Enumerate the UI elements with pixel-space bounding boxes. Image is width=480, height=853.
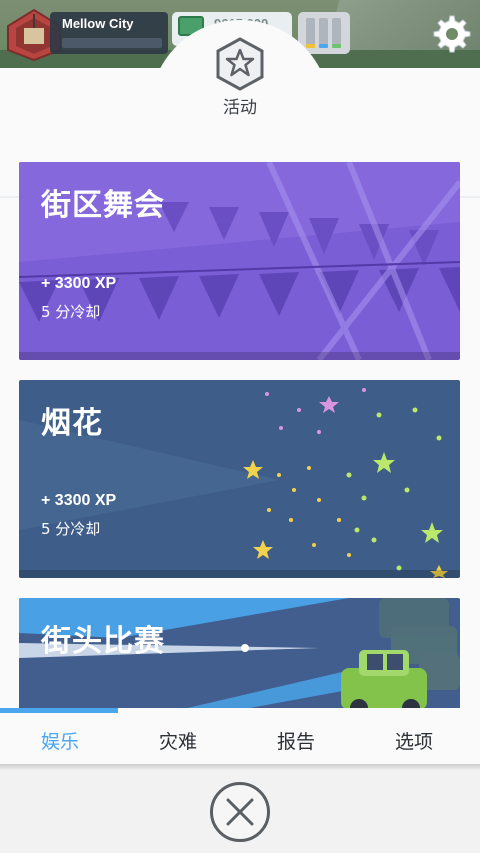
city-xp-bar <box>62 38 162 48</box>
tab-reports[interactable]: 报告 <box>236 727 356 754</box>
stat-bar-2 <box>319 18 328 48</box>
event-title: 烟花 <box>41 406 103 441</box>
gear-icon[interactable] <box>428 12 472 56</box>
event-title: 街头比赛 <box>41 624 165 659</box>
card-footer-strip <box>19 352 460 360</box>
tab-options[interactable]: 选项 <box>354 727 474 754</box>
stat-bar-3 <box>332 18 341 48</box>
stat-bar-1 <box>306 18 315 48</box>
close-x-icon <box>226 798 254 826</box>
event-title: 街区舞会 <box>41 188 165 223</box>
card-footer-strip <box>19 570 460 578</box>
panel-title: 活动 <box>223 98 257 118</box>
event-card-fireworks[interactable]: 烟花 + 3300 XP 5 分冷却 <box>19 380 460 578</box>
event-card-block-party[interactable]: 街区舞会 + 3300 XP 5 分冷却 <box>19 162 460 360</box>
star-hex-icon <box>216 37 264 91</box>
event-card-street-race[interactable]: 街头比赛 <box>19 598 460 710</box>
tab-entertainment[interactable]: 娱乐 <box>0 727 120 754</box>
event-cooldown: 5 分冷却 <box>41 303 101 321</box>
close-button[interactable] <box>210 782 270 842</box>
stat-fill-1 <box>306 44 315 48</box>
city-name: Mellow City <box>62 16 134 31</box>
event-cooldown: 5 分冷却 <box>41 520 101 538</box>
stat-fill-2 <box>319 44 328 48</box>
tab-disasters[interactable]: 灾难 <box>118 727 238 754</box>
event-xp: + 3300 XP <box>41 492 117 509</box>
stat-fill-3 <box>332 44 341 48</box>
event-xp: + 3300 XP <box>41 275 117 292</box>
active-tab-indicator <box>0 708 118 713</box>
